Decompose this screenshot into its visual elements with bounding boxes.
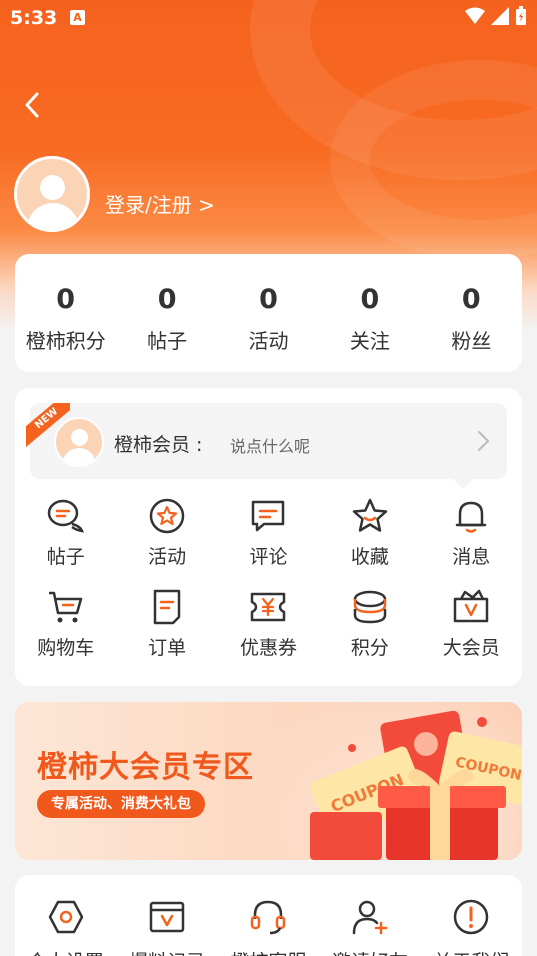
member-avatar: [54, 417, 104, 467]
coupon-icon: [251, 592, 286, 622]
member-prompt: 说点什么呢: [230, 437, 311, 456]
stat-label: 活动: [248, 329, 289, 353]
avatar[interactable]: [14, 156, 90, 232]
services-grid: 个人设置 爆料记录 橙柿客服 邀请好友: [15, 897, 522, 956]
notification-icon: A: [70, 10, 85, 25]
grid-item-settings[interactable]: 个人设置: [15, 897, 116, 956]
avatar-body: [27, 203, 79, 229]
stat-posts[interactable]: 0 帖子: [116, 254, 217, 372]
signal-icon: [491, 7, 509, 25]
vip-zone-banner[interactable]: 橙柿大会员专区 专属活动、消费大礼包 COUPON COUPON: [15, 702, 522, 860]
grid-item-vip[interactable]: 大会员: [421, 587, 522, 660]
grid-label: 活动: [148, 546, 187, 568]
stat-value: 0: [360, 284, 380, 315]
coins-icon: [353, 590, 387, 624]
status-bar: 5:33 A: [0, 0, 537, 36]
grid-item-about-us[interactable]: 关于我们: [421, 897, 522, 956]
order-icon: [153, 589, 181, 625]
status-time: 5:33: [10, 7, 58, 29]
grid-item-comments[interactable]: 评论: [218, 496, 319, 569]
comment-icon: [252, 500, 285, 532]
member-features-card: NEW 橙柿会员 : 说点什么呢 帖子 活动 评论 收藏 消息 购物车 订单 优…: [15, 388, 522, 686]
star-icon: [352, 498, 388, 532]
grid-label: 优惠券: [239, 637, 297, 659]
grid-item-messages[interactable]: 消息: [421, 496, 522, 569]
avatar-head: [40, 175, 65, 200]
grid-label: 消息: [452, 546, 491, 568]
stat-label: 粉丝: [451, 329, 492, 353]
member-name: 橙柿会员 :: [114, 434, 203, 456]
stat-following[interactable]: 0 关注: [319, 254, 420, 372]
stat-value: 0: [461, 284, 481, 315]
grid-item-posts[interactable]: 帖子: [15, 496, 116, 569]
back-arrow-icon[interactable]: [18, 90, 48, 120]
system-icons: [465, 6, 527, 26]
grid-item-points[interactable]: 积分: [319, 587, 420, 660]
record-icon: [149, 901, 185, 933]
headset-icon: [251, 900, 286, 935]
settings-hex-icon: [48, 900, 83, 934]
cart-icon: [48, 591, 82, 623]
grid-label: 爆料记录: [116, 947, 217, 956]
chat-bubbles-icon: [47, 499, 84, 533]
stat-value: 0: [56, 284, 76, 315]
stat-label: 橙柿积分: [25, 329, 106, 353]
stat-fans[interactable]: 0 粉丝: [421, 254, 522, 372]
grid-item-records[interactable]: 爆料记录: [116, 897, 217, 956]
stat-activities[interactable]: 0 活动: [218, 254, 319, 372]
services-card: 个人设置 爆料记录 橙柿客服 邀请好友: [15, 875, 522, 956]
grid-label: 关于我们: [421, 947, 522, 956]
grid-item-cart[interactable]: 购物车: [15, 587, 116, 660]
stat-value: 0: [157, 284, 177, 315]
grid-label: 购物车: [37, 637, 95, 659]
banner-subtitle: 专属活动、消费大礼包: [37, 790, 205, 818]
grid-label: 评论: [249, 546, 288, 568]
grid-item-coupons[interactable]: 优惠券: [218, 587, 319, 660]
stat-value: 0: [259, 284, 278, 315]
add-user-icon: [352, 900, 388, 935]
vip-bag-icon: [454, 589, 489, 623]
stats-card: 0 橙柿积分 0 帖子 0 活动 0 关注 0 粉丝: [15, 254, 522, 372]
grid-label: 橙柿客服: [218, 947, 319, 956]
bell-icon: [456, 501, 487, 533]
grid-item-invite-friends[interactable]: 邀请好友: [319, 897, 420, 956]
grid-label: 大会员: [442, 637, 500, 659]
grid-label: 个人设置: [15, 947, 116, 956]
grid-label: 帖子: [46, 546, 85, 568]
grid-label: 收藏: [350, 546, 389, 568]
star-badge-icon: [149, 498, 185, 534]
feature-grid: 帖子 活动 评论 收藏 消息 购物车 订单 优惠券 积分 大会员: [15, 496, 522, 660]
grid-item-customer-service[interactable]: 橙柿客服: [218, 897, 319, 956]
grid-label: 邀请好友: [319, 947, 420, 956]
grid-label: 订单: [148, 637, 187, 659]
banner-title: 橙柿大会员专区: [37, 750, 254, 785]
chevron-right-icon: [478, 431, 490, 451]
info-icon: [454, 899, 489, 935]
login-register-link[interactable]: 登录/注册 >: [105, 189, 215, 218]
grid-item-favorites[interactable]: 收藏: [319, 496, 420, 569]
stat-label: 帖子: [147, 329, 188, 353]
member-say-row[interactable]: NEW 橙柿会员 : 说点什么呢: [26, 403, 507, 489]
gift-coupons-illustration: COUPON COUPON: [310, 710, 522, 860]
stat-points[interactable]: 0 橙柿积分: [15, 254, 116, 372]
stat-label: 关注: [349, 329, 390, 353]
wifi-icon: [465, 7, 485, 24]
grid-label: 积分: [350, 637, 389, 659]
battery-icon: [516, 6, 526, 25]
grid-item-activities[interactable]: 活动: [116, 496, 217, 569]
grid-item-orders[interactable]: 订单: [116, 587, 217, 660]
